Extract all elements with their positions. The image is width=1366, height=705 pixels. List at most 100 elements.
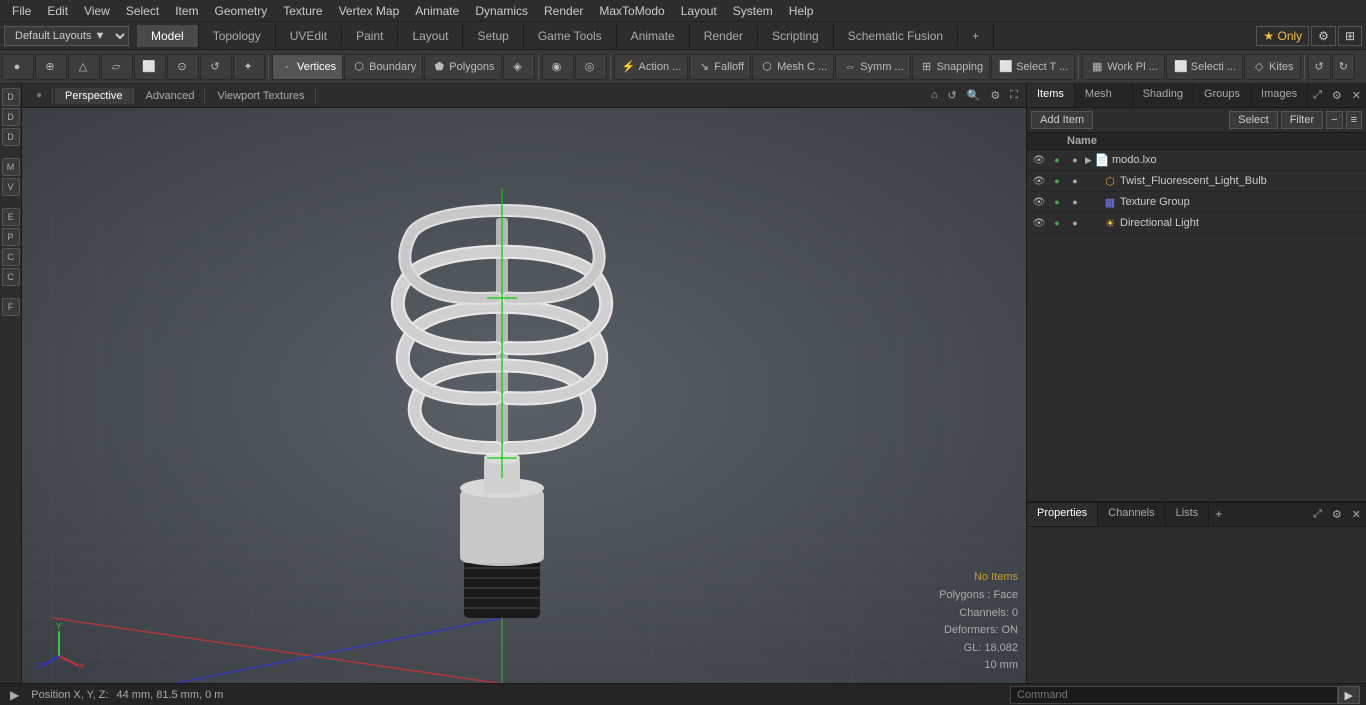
tab-setup[interactable]: Setup	[463, 25, 523, 47]
tool-dot[interactable]: ●	[2, 54, 34, 80]
panel-settings-icon[interactable]: ⚙	[1327, 89, 1347, 102]
viewport-settings-icon[interactable]: ⚙	[986, 88, 1004, 103]
tab-scripting[interactable]: Scripting	[758, 25, 834, 47]
tool-selection[interactable]: ⬜Selecti ...	[1166, 54, 1243, 80]
tab-uvedit[interactable]: UVEdit	[276, 25, 342, 47]
menu-system[interactable]: System	[725, 2, 781, 20]
tab-paint[interactable]: Paint	[342, 25, 398, 47]
select-button[interactable]: Select	[1229, 111, 1278, 129]
vis-icon2-bulb[interactable]: ●	[1049, 173, 1065, 189]
tool-snapping[interactable]: ⊞Snapping	[912, 54, 991, 80]
panel-tab-images[interactable]: Images	[1251, 84, 1308, 107]
prop-tab-properties[interactable]: Properties	[1027, 503, 1098, 526]
vis-icon3-texture[interactable]: ●	[1067, 194, 1083, 210]
tab-schematic-fusion[interactable]: Schematic Fusion	[834, 25, 958, 47]
panel-tab-mesh[interactable]: Mesh ...	[1075, 84, 1133, 107]
sidebar-icon-e[interactable]: E	[2, 208, 20, 226]
tool-ring[interactable]: ◎	[575, 54, 607, 80]
tab-animate[interactable]: Animate	[617, 25, 690, 47]
vis-icon-modo[interactable]: 👁	[1031, 152, 1047, 168]
sidebar-icon-dup[interactable]: D	[2, 128, 20, 146]
viewport-zoom-icon[interactable]: 🔍	[963, 88, 985, 103]
menu-layout[interactable]: Layout	[673, 2, 725, 20]
tool-select[interactable]: ▱	[101, 54, 133, 80]
vis-icon3-modo[interactable]: ●	[1067, 152, 1083, 168]
filter-button[interactable]: Filter	[1281, 111, 1323, 129]
tool-circle2[interactable]: ◉	[542, 54, 574, 80]
list-item-twist-bulb[interactable]: 👁 ● ● ⬡ Twist_Fluorescent_Light_Bulb	[1027, 171, 1366, 192]
panel-expand-icon[interactable]: ⤢	[1308, 89, 1327, 102]
tool-vertices[interactable]: ·Vertices	[272, 54, 343, 80]
layout-dropdown[interactable]: Default Layouts ▼	[4, 26, 129, 46]
tool-rotate[interactable]: ↺	[200, 54, 232, 80]
menu-edit[interactable]: Edit	[39, 2, 76, 20]
panel-tab-items[interactable]: Items	[1027, 84, 1075, 107]
status-arrow[interactable]: ▶	[6, 687, 23, 703]
prop-expand-icon[interactable]: ⤢	[1308, 508, 1327, 521]
tab-add[interactable]: +	[958, 25, 994, 47]
viewport-tab-advanced[interactable]: Advanced	[136, 88, 206, 104]
sidebar-icon-c[interactable]: C	[2, 248, 20, 266]
vis-icon-light[interactable]: 👁	[1031, 215, 1047, 231]
layout-icon-btn1[interactable]: ⚙	[1311, 26, 1336, 46]
prop-settings-icon[interactable]: ⚙	[1327, 508, 1347, 521]
panel-tab-shading[interactable]: Shading	[1133, 84, 1194, 107]
viewport-canvas[interactable]: No Items Polygons : Face Channels: 0 Def…	[22, 108, 1026, 683]
menu-texture[interactable]: Texture	[275, 2, 330, 20]
tab-model[interactable]: Model	[137, 25, 199, 47]
menu-help[interactable]: Help	[781, 2, 822, 20]
tool-diamond[interactable]: ◈	[503, 54, 535, 80]
sidebar-icon-2[interactable]: D	[2, 108, 20, 126]
menu-vertex-map[interactable]: Vertex Map	[331, 2, 408, 20]
star-button[interactable]: ★ Only	[1256, 26, 1309, 46]
panel-close-icon[interactable]: ✕	[1347, 89, 1366, 102]
items-minus-btn[interactable]: −	[1326, 111, 1342, 129]
sidebar-icon-c2[interactable]: C	[2, 268, 20, 286]
tab-topology[interactable]: Topology	[199, 25, 276, 47]
viewport-fullscreen-icon[interactable]: ⛶	[1006, 88, 1022, 103]
command-run-btn[interactable]: ▶	[1338, 686, 1360, 704]
sidebar-icon-po[interactable]: P	[2, 228, 20, 246]
prop-tab-add[interactable]: +	[1209, 503, 1228, 526]
sidebar-icon-m[interactable]: M	[2, 158, 20, 176]
vis-icon-texture[interactable]: 👁	[1031, 194, 1047, 210]
tool-work-plane[interactable]: ▦Work Pl ...	[1082, 54, 1165, 80]
vis-icon3-light[interactable]: ●	[1067, 215, 1083, 231]
viewport-tab-perspective[interactable]: Perspective	[55, 88, 133, 104]
viewport-home-icon[interactable]: ⌂	[927, 88, 942, 103]
tool-star[interactable]: ✦	[233, 54, 265, 80]
menu-dynamics[interactable]: Dynamics	[467, 2, 536, 20]
tool-kites[interactable]: ◇Kites	[1244, 54, 1300, 80]
tool-boundary[interactable]: ⬡Boundary	[344, 54, 423, 80]
tool-circle[interactable]: ⊙	[167, 54, 199, 80]
viewport-toggle[interactable]: ●	[26, 88, 53, 103]
menu-select[interactable]: Select	[118, 2, 167, 20]
add-item-button[interactable]: Add Item	[1031, 111, 1093, 129]
menu-animate[interactable]: Animate	[407, 2, 467, 20]
sidebar-icon-f[interactable]: F	[2, 298, 20, 316]
tool-action[interactable]: ⚡Action ...	[614, 54, 689, 80]
prop-tab-channels[interactable]: Channels	[1098, 503, 1165, 526]
tool-select-tool[interactable]: ⬜Select T ...	[991, 54, 1075, 80]
vis-icon2-light[interactable]: ●	[1049, 215, 1065, 231]
vis-icon2-texture[interactable]: ●	[1049, 194, 1065, 210]
tool-mesh[interactable]: ⬡Mesh C ...	[752, 54, 834, 80]
menu-render[interactable]: Render	[536, 2, 591, 20]
prop-close-icon[interactable]: ✕	[1347, 508, 1366, 521]
tool-undo[interactable]: ↺	[1308, 54, 1331, 80]
tool-falloff[interactable]: ↘Falloff	[689, 54, 751, 80]
vis-icon-bulb[interactable]: 👁	[1031, 173, 1047, 189]
list-item-texture-group[interactable]: 👁 ● ● ▦ Texture Group	[1027, 192, 1366, 213]
list-item-dir-light[interactable]: 👁 ● ● ☀ Directional Light	[1027, 213, 1366, 234]
tool-vertex[interactable]: △	[68, 54, 100, 80]
sidebar-icon-1[interactable]: D	[2, 88, 20, 106]
sidebar-icon-v[interactable]: V	[2, 178, 20, 196]
vis-icon2-modo[interactable]: ●	[1049, 152, 1065, 168]
menu-geometry[interactable]: Geometry	[207, 2, 276, 20]
command-input[interactable]	[1010, 686, 1338, 704]
items-arrow-btn[interactable]: ≡	[1346, 111, 1362, 129]
tool-redo[interactable]: ↻	[1332, 54, 1355, 80]
menu-view[interactable]: View	[76, 2, 118, 20]
tab-render[interactable]: Render	[690, 25, 758, 47]
menu-file[interactable]: File	[4, 2, 39, 20]
